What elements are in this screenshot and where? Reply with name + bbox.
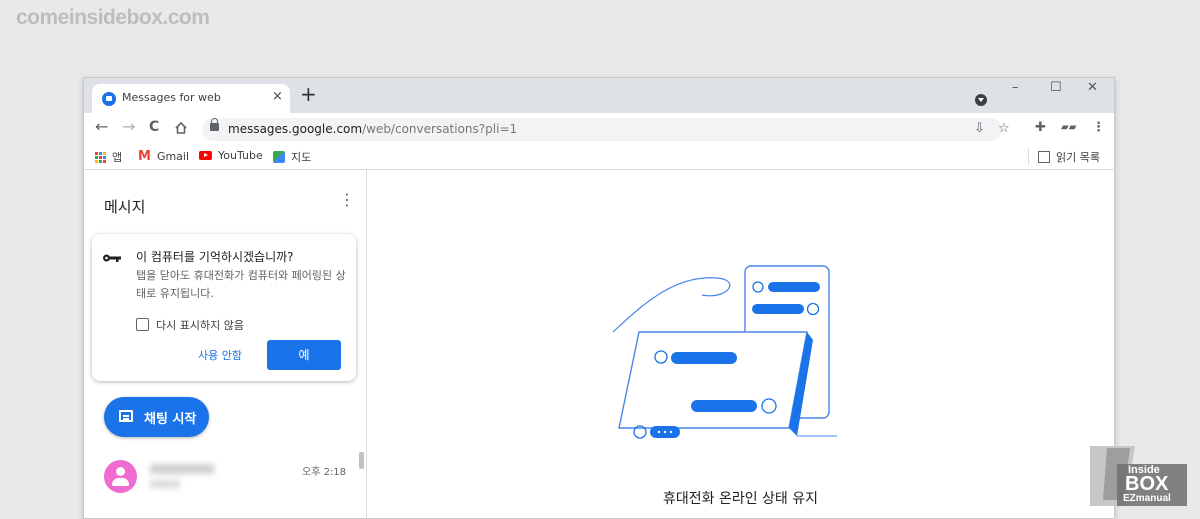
- forward-button[interactable]: →: [122, 119, 135, 135]
- maximize-button[interactable]: ☐: [1050, 80, 1062, 95]
- maps-icon: [273, 151, 285, 163]
- more-options-icon[interactable]: ⋮: [339, 190, 355, 209]
- bookmark-youtube[interactable]: YouTube: [199, 149, 263, 162]
- main-panel: 휴대전화 온라인 상태 유지: [367, 170, 1114, 518]
- checkbox-label: 다시 표시하지 않음: [156, 319, 244, 332]
- bookmarks-bar: 앱 M Gmail YouTube 지도 읽기 목록: [84, 145, 1114, 170]
- install-app-icon[interactable]: ⇩: [974, 121, 985, 136]
- bookmark-label: 앱: [112, 151, 123, 164]
- conversation-list-item[interactable]: 오후 2:18: [104, 460, 354, 500]
- bookmark-label: 지도: [291, 151, 312, 164]
- inside-box-logo: Inside BOX EZmanual: [1085, 440, 1195, 512]
- sidebar-title: 메시지: [104, 198, 146, 216]
- home-icon[interactable]: [174, 121, 188, 135]
- url-path: /web/conversations?pli=1: [362, 122, 518, 136]
- profile-dropdown-icon[interactable]: [975, 94, 987, 106]
- new-message-icon: [119, 410, 133, 422]
- star-icon[interactable]: ☆: [998, 121, 1010, 136]
- browser-toolbar: ← → C messages.google.com/web/conversati…: [84, 113, 1114, 145]
- chrome-menu-icon[interactable]: ⋮: [1092, 120, 1105, 135]
- sidebar-scrollbar[interactable]: [359, 452, 364, 469]
- reading-list-label: 읽기 목록: [1056, 151, 1100, 164]
- card-title: 이 컴퓨터를 기억하시겠습니까?: [136, 250, 294, 264]
- reading-list-button[interactable]: 읽기 목록: [1038, 149, 1100, 165]
- card-body: 탭을 닫아도 휴대전화가 컴퓨터와 페어링된 상태로 유지됩니다.: [136, 269, 346, 300]
- avatar: [104, 460, 137, 493]
- reading-list-icon: [1038, 151, 1050, 163]
- url-text: messages.google.com/web/conversations?pl…: [228, 122, 517, 136]
- browser-window: Messages for web × + – ☐ ✕ ← → C message…: [83, 77, 1115, 519]
- messages-favicon-icon: [102, 92, 116, 106]
- bookmark-label: Gmail: [156, 150, 190, 163]
- start-chat-button[interactable]: 채팅 시작: [104, 397, 209, 437]
- blurred-contact-name: [150, 464, 214, 474]
- sidebar: 메시지 ⋮ 이 컴퓨터를 기억하시겠습니까? 탭을 닫아도 휴대전화가 컴퓨터와…: [84, 170, 367, 518]
- tab-strip: Messages for web × + – ☐ ✕: [84, 78, 1114, 113]
- decline-button[interactable]: 사용 안함: [198, 347, 242, 363]
- minimize-button[interactable]: –: [1012, 80, 1019, 95]
- bookmark-gmail[interactable]: M Gmail: [138, 149, 189, 164]
- key-icon: [103, 254, 121, 262]
- apps-grid-icon: [95, 151, 106, 163]
- url-host: messages.google.com: [228, 122, 363, 136]
- tab-messages[interactable]: Messages for web ×: [92, 84, 290, 113]
- conversation-time: 오후 2:18: [302, 467, 347, 478]
- tab-close-icon[interactable]: ×: [272, 89, 283, 104]
- remember-computer-card: 이 컴퓨터를 기억하시겠습니까? 탭을 닫아도 휴대전화가 컴퓨터와 페어링된 …: [92, 234, 356, 381]
- close-window-button[interactable]: ✕: [1087, 80, 1098, 95]
- bookmark-maps[interactable]: 지도: [273, 149, 311, 165]
- lock-icon[interactable]: [210, 118, 219, 131]
- back-button[interactable]: ←: [95, 119, 108, 135]
- logo-line3: EZmanual: [1123, 493, 1171, 504]
- accept-button[interactable]: 예: [267, 340, 341, 370]
- gmail-icon: M: [138, 149, 151, 164]
- site-watermark: comeinsidebox.com: [16, 6, 210, 29]
- extensions-icon[interactable]: ✚: [1035, 120, 1046, 135]
- bookmark-label: YouTube: [218, 149, 263, 162]
- address-bar[interactable]: messages.google.com/web/conversations?pl…: [202, 118, 1010, 141]
- reload-button[interactable]: C: [149, 120, 159, 134]
- extension-badge-icon[interactable]: ▰▰: [1061, 122, 1076, 133]
- new-tab-button[interactable]: +: [300, 84, 317, 104]
- dont-show-again-checkbox[interactable]: [136, 318, 149, 331]
- blurred-snippet: [150, 480, 180, 488]
- start-chat-label: 채팅 시작: [144, 412, 197, 427]
- bookmarks-divider: [1028, 148, 1029, 165]
- tab-title: Messages for web: [122, 91, 221, 104]
- bookmark-apps[interactable]: 앱: [95, 149, 122, 165]
- main-caption: 휴대전화 온라인 상태 유지: [662, 491, 819, 507]
- phone-sync-illustration: [612, 265, 837, 439]
- page-content: 메시지 ⋮ 이 컴퓨터를 기억하시겠습니까? 탭을 닫아도 휴대전화가 컴퓨터와…: [84, 170, 1114, 518]
- youtube-icon: [199, 151, 212, 160]
